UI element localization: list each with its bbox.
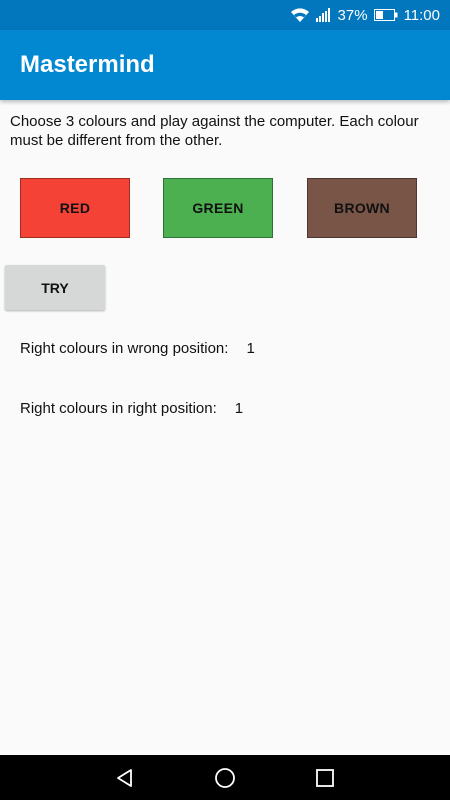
try-button-label: TRY [41, 279, 69, 296]
signal-icon [315, 8, 332, 22]
colour-button-label: RED [59, 200, 91, 216]
clock: 11:00 [403, 6, 440, 24]
colour-button-label: BROWN [334, 200, 390, 216]
result-right-position-value: 1 [234, 400, 244, 417]
battery-icon [373, 9, 398, 21]
status-bar: 37% 11:00 [0, 0, 450, 30]
colour-button-green[interactable]: GREEN [163, 178, 273, 238]
recents-icon[interactable] [305, 755, 345, 800]
wifi-icon [290, 7, 310, 23]
back-icon[interactable] [105, 755, 145, 800]
app-title: Mastermind [20, 51, 155, 78]
try-button[interactable]: TRY [5, 265, 105, 310]
result-right-position: Right colours in right position: 1 [20, 399, 243, 419]
app-bar: Mastermind [0, 30, 450, 100]
colour-button-red[interactable]: RED [20, 178, 130, 238]
result-wrong-position-value: 1 [246, 340, 255, 357]
battery-percent: 37% [337, 6, 368, 24]
instructions-text: Choose 3 colours and play against the co… [10, 113, 419, 149]
navigation-bar [0, 755, 450, 800]
result-wrong-position-label: Right colours in wrong position: [20, 340, 229, 357]
home-icon[interactable] [205, 755, 245, 800]
status-icons: 37% 11:00 [290, 0, 440, 30]
colour-button-label: GREEN [192, 200, 244, 216]
result-wrong-position: Right colours in wrong position: 1 [20, 339, 255, 359]
screen: 37% 11:00 Mastermind Choose 3 colours an… [0, 0, 450, 800]
result-right-position-label: Right colours in right position: [20, 400, 217, 417]
colour-button-brown[interactable]: BROWN [307, 178, 417, 238]
